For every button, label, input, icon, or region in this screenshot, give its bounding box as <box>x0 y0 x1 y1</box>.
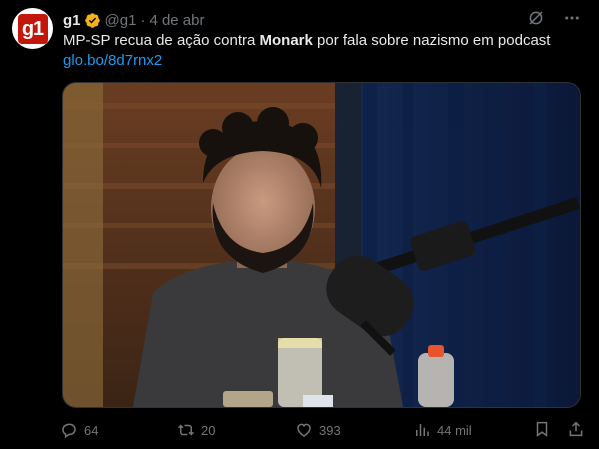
bookmark-icon[interactable] <box>533 420 551 441</box>
post-time[interactable]: 4 de abr <box>149 12 204 29</box>
more-icon[interactable] <box>563 9 581 27</box>
like-icon <box>297 423 311 437</box>
post-text: MP-SP recua de ação contra Monark por fa… <box>63 31 583 51</box>
repost-button[interactable]: 20 <box>177 421 295 439</box>
secondary-actions <box>533 420 585 441</box>
tweet[interactable]: g1 g1 @g1 · 4 de abr MP-SP recua de ação… <box>0 0 599 449</box>
post-text-part: MP-SP recua de ação contra <box>63 32 260 49</box>
like-button[interactable]: 393 <box>295 421 413 439</box>
grok-icon[interactable] <box>527 9 545 27</box>
reply-button[interactable]: 64 <box>60 421 177 439</box>
post-text-bold: Monark <box>259 32 313 49</box>
author-handle[interactable]: @g1 <box>105 12 137 29</box>
share-icon[interactable] <box>567 420 585 441</box>
g1-logo: g1 <box>17 13 48 44</box>
reply-icon <box>62 423 76 439</box>
post-image[interactable] <box>62 82 581 408</box>
views-icon <box>416 424 429 436</box>
tweet-header: g1 @g1 · 4 de abr <box>63 10 204 30</box>
repost-count: 20 <box>201 422 216 438</box>
post-text-part: por fala sobre nazismo em podcast <box>312 32 551 49</box>
action-bar: 64 20 393 44 mil <box>60 419 585 441</box>
podcast-photo <box>63 83 580 407</box>
repost-icon <box>177 424 195 436</box>
header-icons <box>527 9 581 27</box>
like-count: 393 <box>319 422 341 438</box>
author-name[interactable]: g1 <box>63 12 81 29</box>
reply-count: 64 <box>84 422 99 438</box>
separator-dot: · <box>140 11 146 29</box>
verified-badge-icon[interactable] <box>84 12 101 29</box>
views-button[interactable]: 44 mil <box>413 421 531 439</box>
views-count: 44 mil <box>437 422 472 438</box>
post-link[interactable]: glo.bo/8d7rnx2 <box>63 51 162 71</box>
avatar[interactable]: g1 <box>12 8 53 49</box>
